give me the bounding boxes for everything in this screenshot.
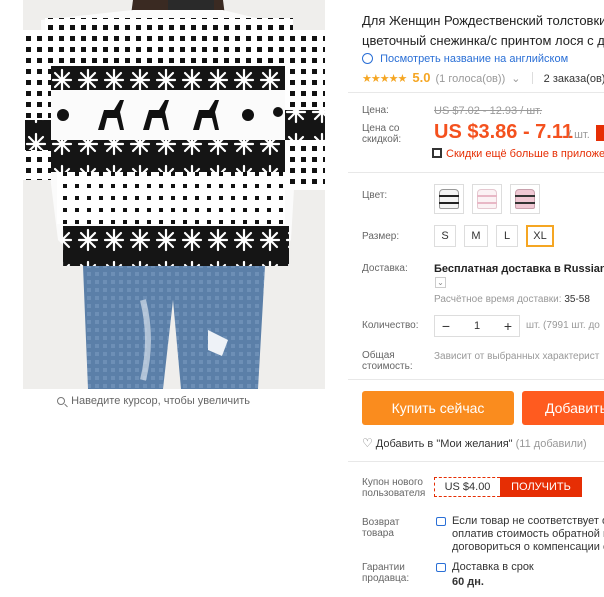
returns-line-1: Если товар не соответствует оп — [452, 515, 604, 527]
rating-row: ★★★★★ 5.0 (1 голоса(ов)) ⌄ 2 заказа(ов) — [362, 70, 604, 85]
per-unit-label: / шт. — [568, 129, 590, 141]
original-price: US $7.02 - 12.93 / шт. — [434, 105, 543, 117]
product-info-panel: Для Женщин Рождественский толстовки цвет… — [348, 0, 604, 597]
discount-price-label: Цена со скидкой: — [362, 123, 402, 145]
translate-title-link[interactable]: Посмотреть название на английском — [362, 53, 568, 65]
delivery-guarantee-icon — [436, 563, 446, 572]
divider — [531, 72, 533, 84]
app-discount-link[interactable]: Скидки ещё больше в приложен — [432, 148, 604, 160]
get-coupon-button[interactable]: ПОЛУЧИТЬ — [500, 477, 582, 497]
color-swatch-white-pink[interactable] — [472, 184, 502, 214]
shipping-label: Доставка: — [362, 263, 408, 274]
price-label: Цена: — [362, 105, 389, 116]
color-label: Цвет: — [362, 190, 388, 201]
quantity-stepper: − 1 + — [434, 315, 520, 337]
guarantee-line-1: Доставка в срок — [452, 561, 534, 573]
shipping-method: Бесплатная доставка в Russian Fe — [434, 263, 604, 275]
chevron-down-icon[interactable]: ⌄ — [435, 277, 446, 288]
total-label: Общая стоимость: — [362, 350, 413, 372]
rating-score: 5.0 — [412, 70, 431, 85]
heart-icon: ♡ — [362, 436, 373, 450]
product-photo[interactable] — [23, 0, 325, 389]
color-swatch-pink-black[interactable] — [510, 184, 540, 214]
size-option-l[interactable]: L — [496, 225, 518, 247]
magnifier-icon — [57, 397, 65, 405]
size-option-m[interactable]: M — [464, 225, 488, 247]
buy-now-button[interactable]: Купить сейчас — [362, 391, 514, 425]
shipping-estimate: Расчётное время доставки: 35-58 — [434, 294, 590, 305]
coupon-amount: US $4.00 — [434, 477, 500, 497]
returns-label: Возврат товара — [362, 517, 400, 539]
quantity-input[interactable]: 1 — [457, 316, 497, 336]
returns-line-2: оплатив стоимость обратной пе — [452, 528, 604, 540]
chevron-down-icon[interactable]: ⌄ — [511, 73, 520, 85]
increase-quantity-button[interactable]: + — [497, 316, 519, 336]
globe-icon — [362, 53, 373, 64]
returns-line-3: договориться о компенсации с — [452, 541, 604, 553]
product-gallery: Наведите курсор, чтобы увеличить — [0, 0, 348, 420]
coupon-label: Купон нового пользователя — [362, 477, 426, 499]
qr-code-icon — [432, 148, 442, 158]
size-option-xl[interactable]: XL — [526, 225, 554, 247]
guarantee-label: Гарантии продавца: — [362, 562, 410, 584]
zoom-hint: Наведите курсор, чтобы увеличить — [0, 395, 307, 407]
votes-link[interactable]: (1 голоса(ов)) — [436, 73, 506, 85]
decrease-quantity-button[interactable]: − — [435, 316, 457, 336]
quantity-label: Количество: — [362, 320, 419, 331]
divider — [348, 172, 604, 173]
product-title: Для Женщин Рождественский толстовки цвет… — [362, 13, 604, 48]
discount-badge — [596, 125, 604, 141]
stock-note: шт. (7991 шт. до — [526, 320, 600, 331]
divider — [348, 461, 604, 462]
size-label: Размер: — [362, 231, 400, 242]
add-to-wishlist-link[interactable]: ♡ Добавить в "Мои желания" (11 добавили) — [362, 436, 587, 450]
color-swatch-black-white[interactable] — [434, 184, 464, 214]
total-value: Зависит от выбранных характерист — [434, 351, 600, 362]
discount-price: US $3.86 - 7.11 — [434, 121, 573, 143]
add-to-cart-button[interactable]: Добавить — [522, 391, 604, 425]
return-policy-icon — [436, 517, 446, 526]
sweater-illustration — [23, 0, 325, 389]
star-rating-icons: ★★★★★ — [362, 73, 407, 85]
size-option-s[interactable]: S — [434, 225, 456, 247]
divider — [348, 92, 604, 93]
orders-count: 2 заказа(ов) — [543, 73, 604, 85]
divider — [348, 379, 604, 380]
guarantee-line-2: 60 дн. — [452, 576, 484, 588]
